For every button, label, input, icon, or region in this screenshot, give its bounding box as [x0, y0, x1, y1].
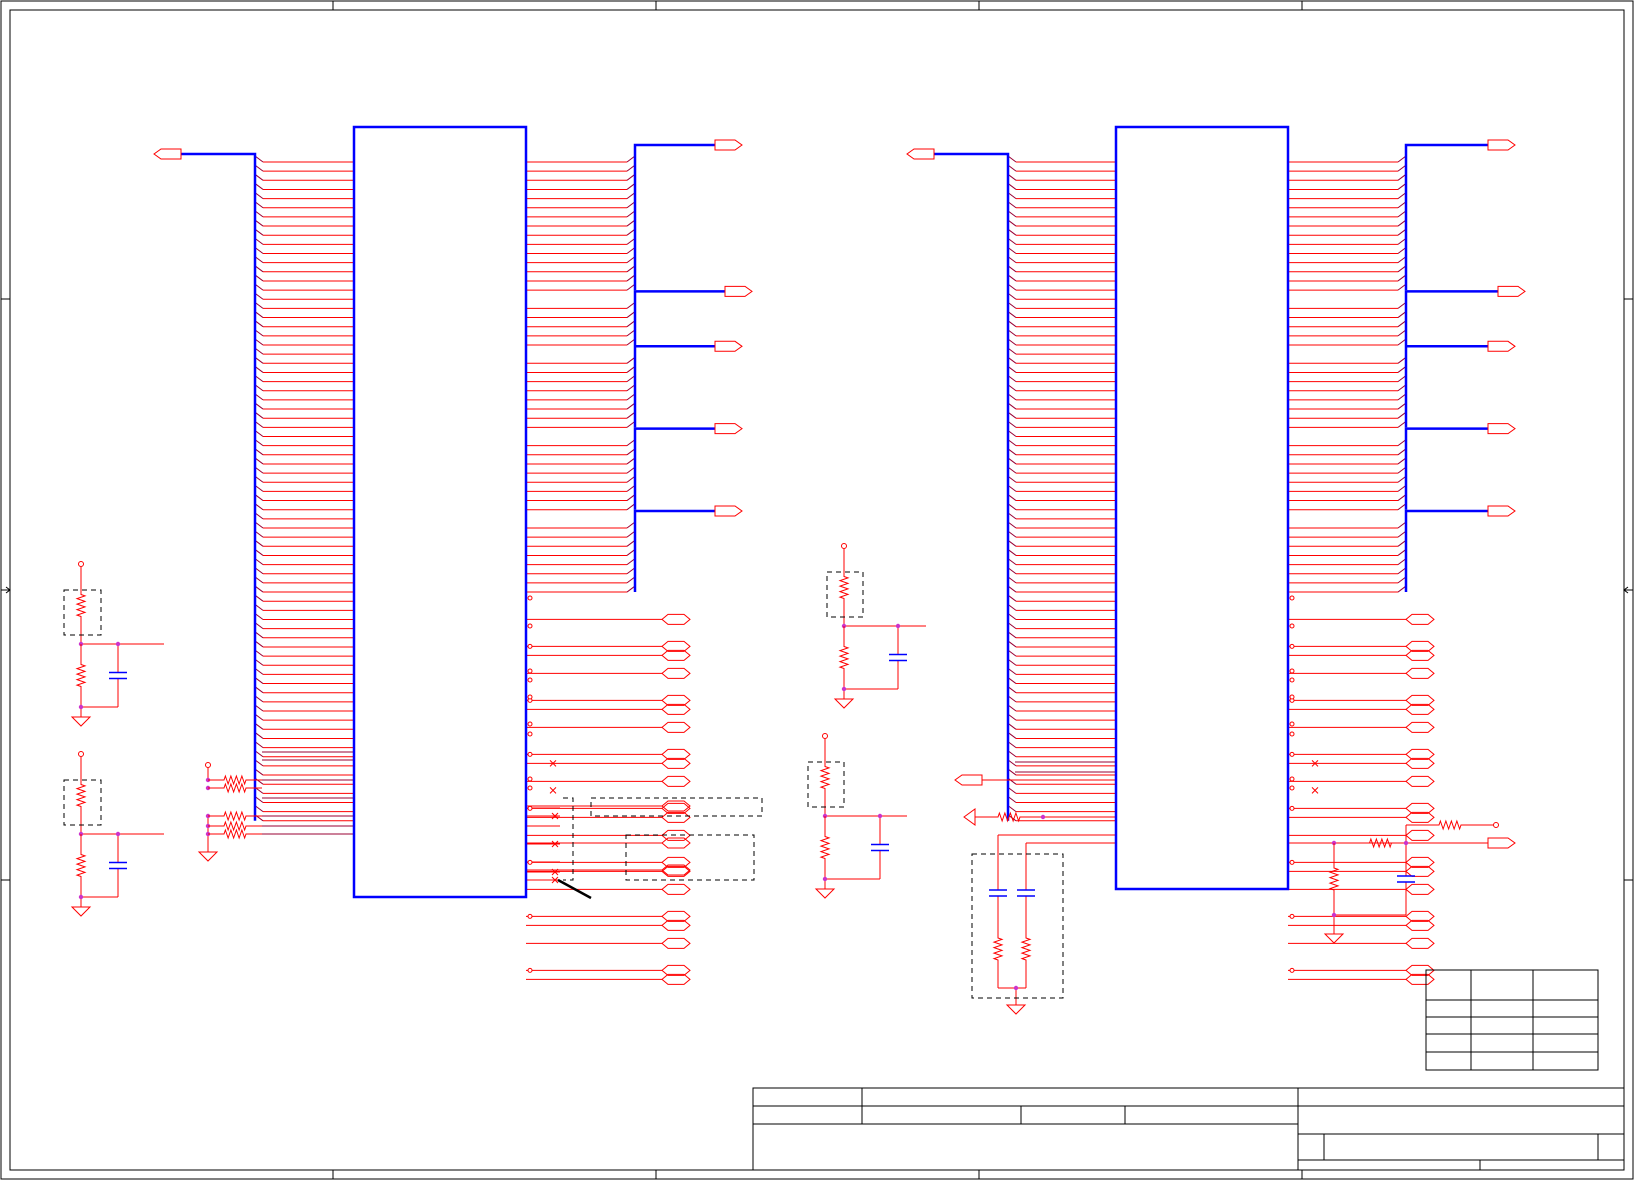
inverted-pin-bubble [527, 751, 533, 757]
inverted-pin-bubble [527, 859, 533, 865]
inverted-pin-bubble [1289, 859, 1295, 865]
junction-dot [1331, 912, 1337, 918]
inverted-pin-bubble [1289, 805, 1295, 811]
schematic-sheet [0, 0, 1634, 1180]
inverted-pin-bubble [527, 595, 533, 601]
junction-dot [877, 813, 883, 819]
inverted-pin-bubble [1289, 967, 1295, 973]
inverted-pin-bubble [1289, 721, 1295, 727]
inverted-pin-bubble [527, 623, 533, 629]
inverted-pin-bubble [1289, 668, 1295, 674]
inverted-pin-bubble [1289, 623, 1295, 629]
junction-dot [1403, 840, 1409, 846]
inverted-pin-bubble [527, 643, 533, 649]
inverted-pin-bubble [1289, 595, 1295, 601]
inverted-pin-bubble [1289, 913, 1295, 919]
junction-dot [822, 876, 828, 882]
inverted-pin-bubble [527, 776, 533, 782]
inverted-pin-bubble [1289, 694, 1295, 700]
sheet-background [0, 0, 1634, 1180]
inverted-pin-bubble [527, 731, 533, 737]
inverted-pin-bubble [527, 677, 533, 683]
inverted-pin-bubble [1289, 643, 1295, 649]
junction-dot [1040, 814, 1046, 820]
inverted-pin-bubble [527, 967, 533, 973]
junction-dot [895, 623, 901, 629]
junction-dot [115, 831, 121, 837]
inverted-pin-bubble [1289, 751, 1295, 757]
inverted-pin-bubble [1289, 785, 1295, 791]
junction-dot [841, 686, 847, 692]
junction-dot [78, 894, 84, 900]
inverted-pin-bubble [527, 694, 533, 700]
inverted-pin-bubble [527, 668, 533, 674]
inverted-pin-bubble [527, 913, 533, 919]
inverted-pin-bubble [1289, 776, 1295, 782]
inverted-pin-bubble [527, 785, 533, 791]
junction-dot [115, 641, 121, 647]
junction-dot [1013, 985, 1019, 991]
inverted-pin-bubble [1289, 677, 1295, 683]
inverted-pin-bubble [527, 721, 533, 727]
inverted-pin-bubble [527, 805, 533, 811]
inverted-pin-bubble [1289, 731, 1295, 737]
junction-dot [78, 704, 84, 710]
